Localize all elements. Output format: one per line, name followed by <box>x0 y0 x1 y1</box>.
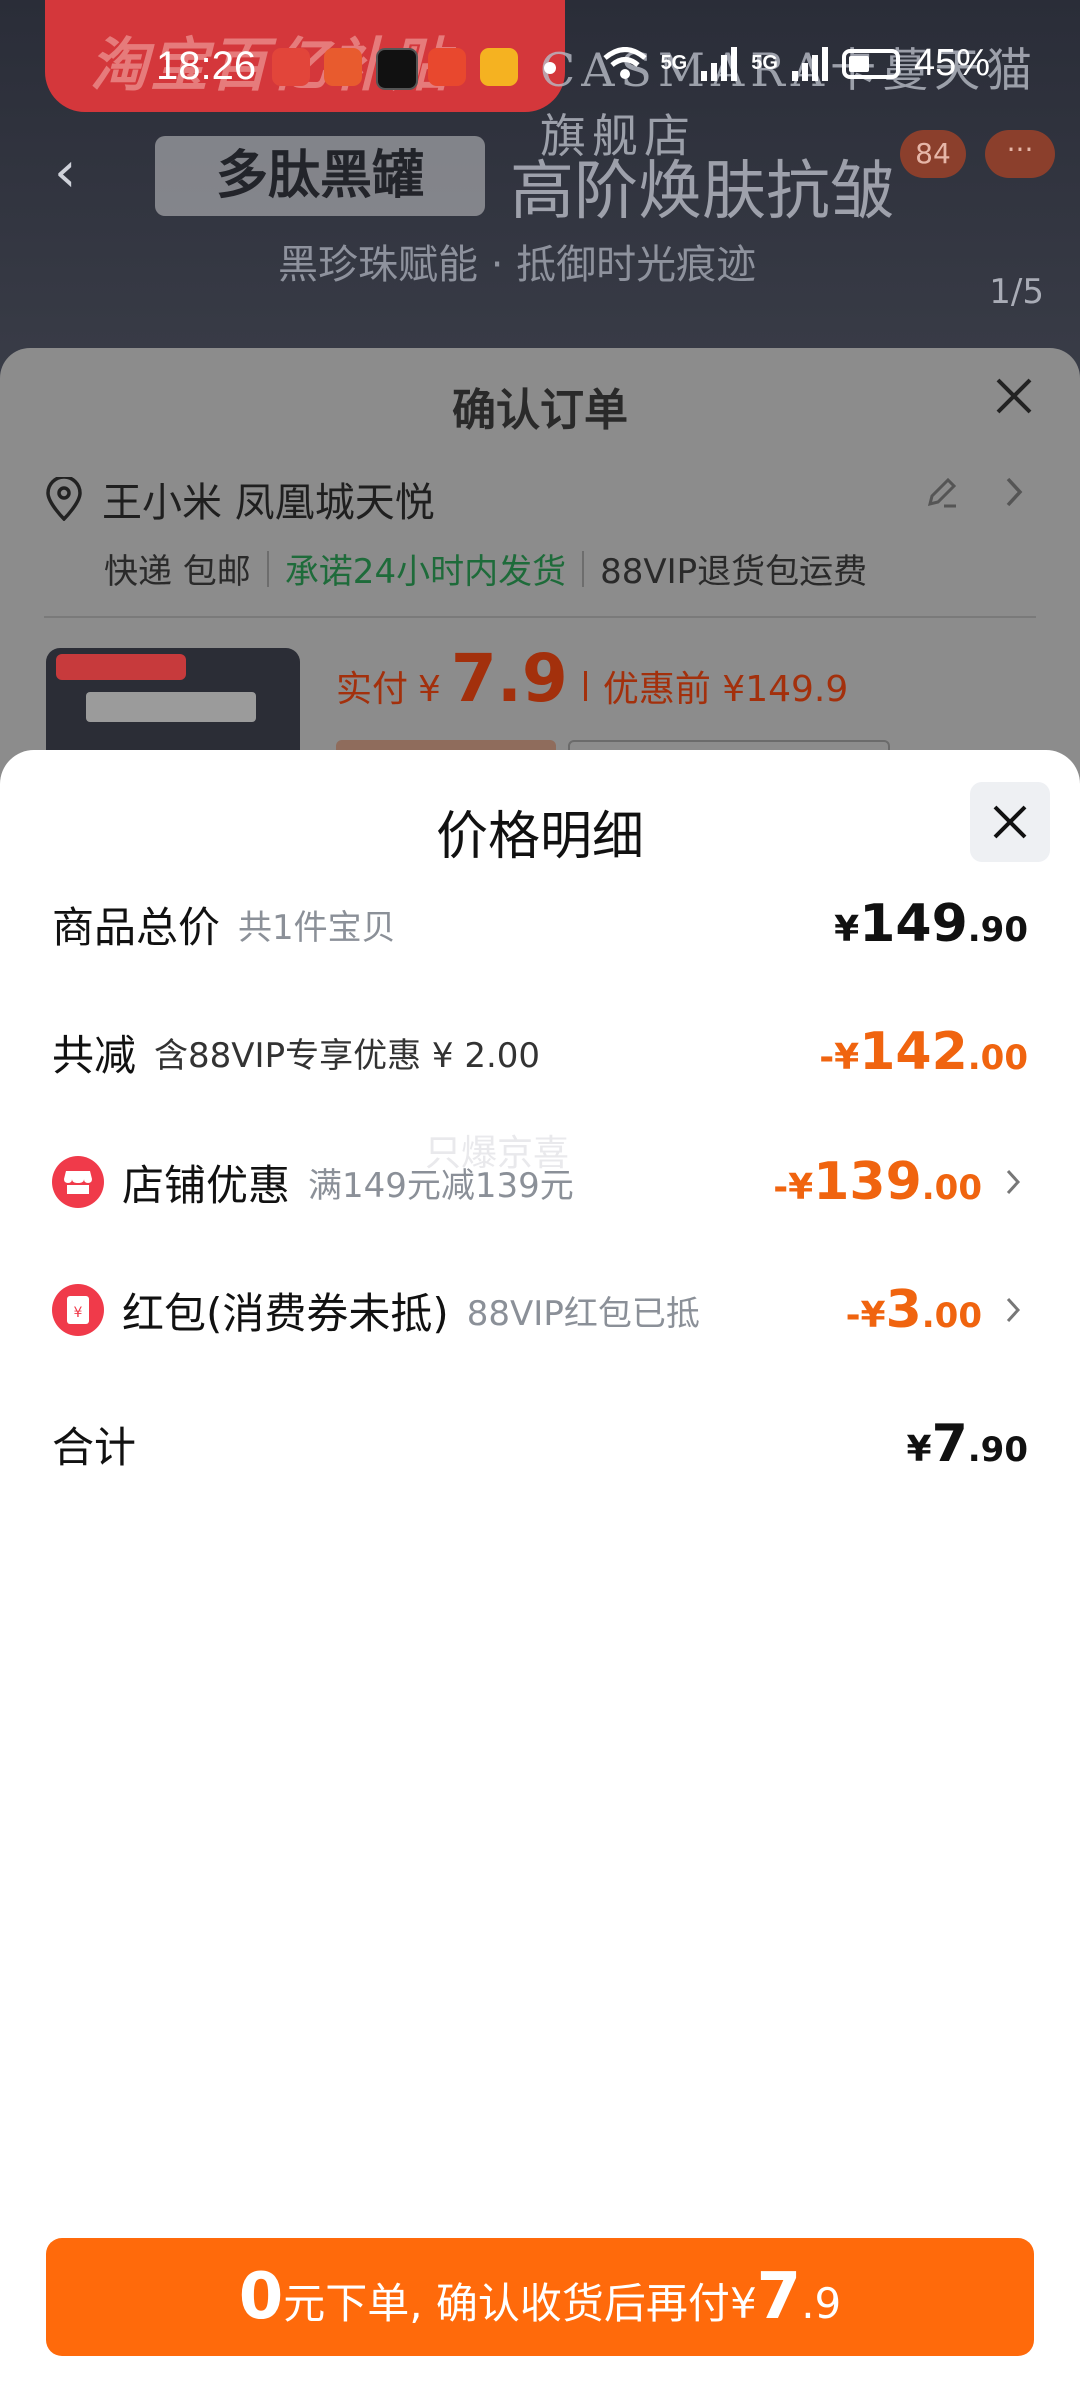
location-pin-icon <box>46 477 82 521</box>
divider <box>583 671 587 701</box>
total-price-row: 商品总价 共1件宝贝 ¥149.90 <box>52 884 1028 964</box>
tiktok-icon <box>376 48 418 90</box>
product-tag: 多肽黑罐 <box>155 136 485 216</box>
signal-icon <box>791 46 828 81</box>
close-icon <box>993 805 1027 839</box>
return-note: 88VIP退货包运费 <box>600 552 868 592</box>
store-icon <box>52 1156 104 1208</box>
price-before-discount: 优惠前 ¥149.9 <box>602 669 849 710</box>
row-amount: -¥ 3.00 <box>845 1280 982 1340</box>
app-notification-icon <box>272 48 310 86</box>
row-note: 共1件宝贝 <box>238 907 396 948</box>
paid-label: 实付 <box>336 669 409 710</box>
row-label: 商品总价 <box>52 902 221 952</box>
app-notification-icon <box>324 48 362 86</box>
paid-summary: 实付 ¥ 7.9 优惠前 ¥149.9 <box>336 640 848 717</box>
address-actions <box>924 474 1024 510</box>
pay-currency: ¥ <box>729 2279 757 2328</box>
close-button[interactable] <box>970 782 1050 862</box>
grand-total-row: 合计 ¥7.90 <box>52 1404 1028 1484</box>
image-counter: 1/5 <box>989 272 1044 312</box>
divider <box>44 616 1036 618</box>
row-label: 店铺优惠 <box>122 1160 291 1210</box>
chevron-right-icon <box>998 1296 1028 1324</box>
row-amount: -¥ 142.00 <box>819 1022 1028 1082</box>
detail-title: 价格明细 <box>435 807 644 867</box>
row-amount: ¥149.90 <box>834 894 1028 954</box>
row-note: 88VIP红包已抵 <box>466 1293 700 1334</box>
row-label: 红包(消费券未抵) <box>122 1288 449 1338</box>
order-sheet-title: 确认订单 <box>452 385 628 436</box>
app-notification-icon <box>428 48 466 86</box>
notification-dot-icon <box>544 62 556 74</box>
close-icon[interactable] <box>986 368 1042 424</box>
chevron-right-icon[interactable] <box>1004 475 1024 509</box>
row-amount: -¥ 139.00 <box>773 1152 982 1212</box>
watermark: 只爆京喜 <box>425 1133 570 1174</box>
pay-zero: 0 <box>238 2260 284 2334</box>
edit-icon[interactable] <box>924 474 960 510</box>
address-text: 王小米 凤凰城天悦 <box>102 480 435 526</box>
price-detail-sheet: 价格明细 商品总价 共1件宝贝 ¥149.90 共减 含88VIP专享优惠 ¥ … <box>0 750 1080 2400</box>
red-packet-icon: ¥ <box>52 1284 104 1336</box>
divider <box>266 550 269 587</box>
back-icon[interactable]: ‹ <box>54 140 76 205</box>
signal-icon <box>701 46 738 81</box>
row-label: 共减 <box>52 1030 137 1080</box>
chevron-right-icon <box>998 1168 1028 1196</box>
svg-text:¥: ¥ <box>74 1305 83 1321</box>
battery-icon <box>841 48 900 79</box>
divider <box>582 550 585 587</box>
pay-text: 元下单, 确认收货后再付 <box>283 2279 730 2328</box>
row-amount: ¥7.90 <box>906 1414 1028 1474</box>
row-label: 合计 <box>52 1422 137 1472</box>
pay-amount-int: 7 <box>756 2260 802 2334</box>
pay-amount-dec: .9 <box>801 2279 842 2328</box>
status-right: 5G 5G 45% <box>602 42 990 85</box>
address-row[interactable]: 王小米 凤凰城天悦 <box>44 470 435 528</box>
total-discount-row: 共减 含88VIP专享优惠 ¥ 2.00 -¥ 142.00 <box>52 1012 1028 1092</box>
row-note: 含88VIP专享优惠 ¥ 2.00 <box>154 1035 541 1076</box>
ship-promise: 承诺24小时内发货 <box>284 552 567 592</box>
paid-value: 7.9 <box>450 640 568 717</box>
video-app-icon <box>480 48 518 86</box>
paid-currency: ¥ <box>418 669 441 710</box>
shipping-info: 快递 包邮 承诺24小时内发货 88VIP退货包运费 <box>104 544 867 593</box>
network-label: 5G <box>751 52 778 74</box>
place-order-button[interactable]: 0 元下单, 确认收货后再付 ¥ 7 .9 <box>46 2238 1034 2356</box>
ship-method: 快递 包邮 <box>104 552 251 592</box>
status-time: 18:26 <box>156 44 257 88</box>
product-title: 高阶焕肤抗皱 <box>510 155 894 229</box>
product-subtitle: 黑珍珠赋能 · 抵御时光痕迹 <box>278 242 757 288</box>
red-packet-row[interactable]: ¥ 红包(消费券未抵) 88VIP红包已抵 -¥ 3.00 <box>52 1270 1028 1350</box>
wifi-icon <box>602 46 647 79</box>
status-bar: 18:26 5G 5G 45% <box>0 0 1080 140</box>
network-label: 5G <box>660 52 688 74</box>
battery-percent: 45% <box>913 42 990 84</box>
